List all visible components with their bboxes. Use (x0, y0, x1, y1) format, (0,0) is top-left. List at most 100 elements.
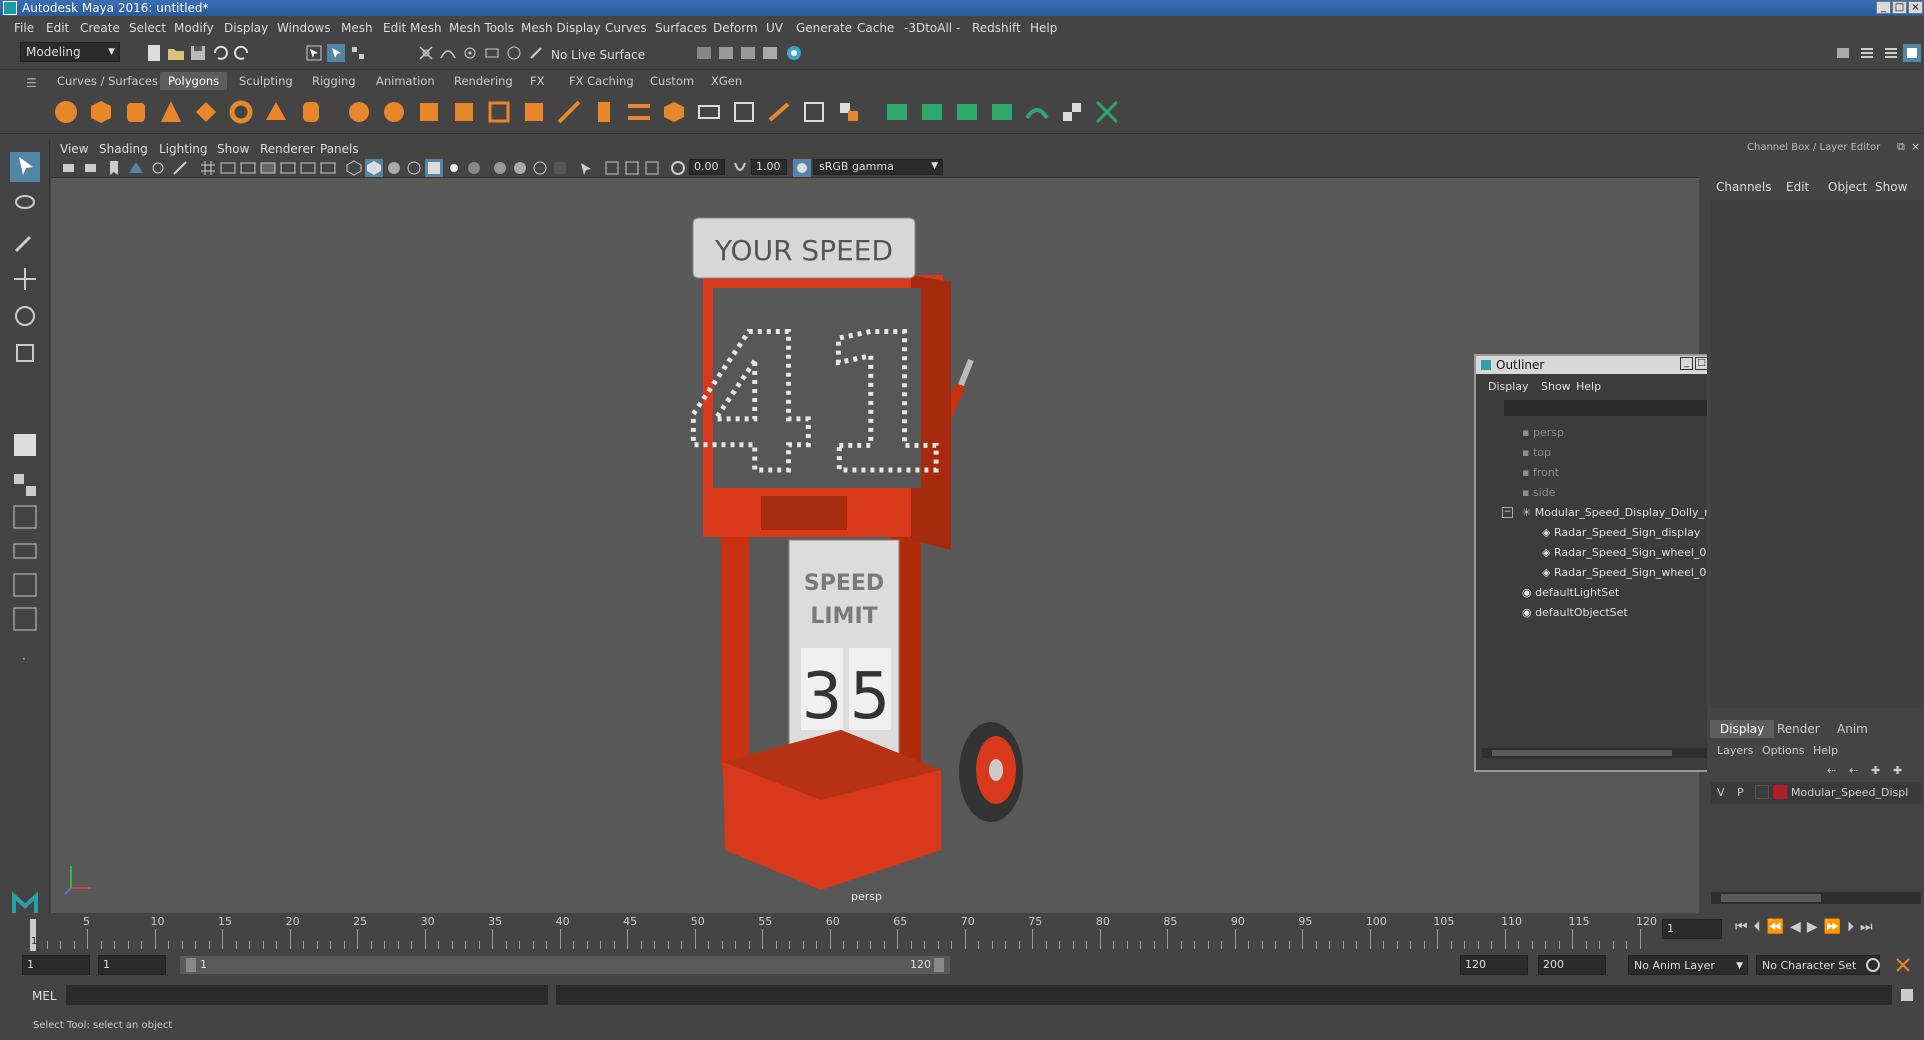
two-panel-layout-icon[interactable] (10, 502, 40, 532)
tab-rendering[interactable]: Rendering (446, 72, 521, 90)
layer-menu-help[interactable]: Help (1813, 744, 1838, 757)
resolution-gate-icon[interactable] (239, 159, 257, 177)
tab-animation[interactable]: Animation (368, 72, 443, 90)
script-editor-icon[interactable] (1898, 986, 1916, 1004)
boolean-icon[interactable] (520, 98, 548, 126)
poly-cube-icon[interactable] (87, 98, 115, 126)
channel-box-toggle-icon[interactable] (1903, 44, 1921, 62)
menu-mesh-tools[interactable]: Mesh Tools (449, 21, 514, 35)
xray-icon[interactable] (603, 159, 621, 177)
use-default-material-icon[interactable] (385, 159, 403, 177)
poly-pipe-icon[interactable] (297, 98, 325, 126)
close-button[interactable]: × (1908, 1, 1923, 14)
multi-cut-icon[interactable] (555, 98, 583, 126)
extract-icon[interactable] (415, 98, 443, 126)
bridge-icon[interactable] (625, 98, 653, 126)
list-item[interactable]: ✳ Modular_Speed_Display_Dolly_nc (1522, 506, 1712, 519)
separate-icon[interactable] (380, 98, 408, 126)
layer-type-toggle[interactable] (1755, 785, 1769, 799)
insert-edge-icon[interactable] (730, 98, 758, 126)
new-layer-icon[interactable]: ✚ (1871, 764, 1880, 777)
uv-editor-icon[interactable] (1093, 98, 1121, 126)
use-all-lights-icon[interactable] (445, 159, 463, 177)
shadows-icon[interactable] (465, 159, 483, 177)
range-bar[interactable]: 1 120 (180, 956, 950, 974)
safe-action-icon[interactable] (299, 159, 317, 177)
poly-sphere-icon[interactable] (52, 98, 80, 126)
vp-menu-lighting[interactable]: Lighting (159, 142, 208, 156)
smooth-shade-icon[interactable] (365, 159, 383, 177)
step-back-key-icon[interactable]: ⏪ (1767, 919, 1790, 935)
menu-modify[interactable]: Modify (174, 21, 214, 35)
layer-menu-layers[interactable]: Layers (1717, 744, 1753, 757)
tab-rigging[interactable]: Rigging (304, 72, 364, 90)
tab-display[interactable]: Display (1710, 720, 1775, 738)
menu-help[interactable]: Help (1030, 21, 1057, 35)
uv-planar-icon[interactable] (883, 98, 911, 126)
hypershade-icon[interactable] (785, 44, 803, 62)
menu-display[interactable]: Display (224, 21, 268, 35)
camera-attributes-icon[interactable] (83, 159, 101, 177)
layer-row[interactable]: V P Modular_Speed_Displ (1711, 782, 1921, 804)
playback-end-field[interactable]: 120 (1460, 955, 1528, 975)
vp-menu-renderer[interactable]: Renderer (260, 142, 315, 156)
shelf-menu-icon[interactable]: ☰ (26, 76, 37, 90)
vp-menu-panels[interactable]: Panels (320, 142, 359, 156)
tab-render[interactable]: Render (1777, 722, 1820, 736)
lasso-tool-icon[interactable] (10, 190, 40, 220)
layer-scrollbar[interactable] (1711, 892, 1921, 904)
tool-settings-icon[interactable] (1882, 44, 1900, 62)
poly-torus-icon[interactable] (227, 98, 255, 126)
cb-menu-edit[interactable]: Edit (1786, 180, 1809, 194)
step-forward-key-icon[interactable]: ⏩ (1824, 919, 1847, 935)
toolbox-more-icon[interactable]: · (22, 652, 26, 666)
outliner-layout-icon[interactable] (10, 536, 40, 566)
bool-union-icon[interactable] (695, 98, 723, 126)
append-polygon-icon[interactable] (765, 98, 793, 126)
tab-polygons[interactable]: Polygons (160, 72, 228, 90)
outliner-title-bar[interactable]: Outliner _ □ × (1476, 356, 1727, 374)
graph-layout-icon[interactable] (10, 570, 40, 600)
vp-menu-show[interactable]: Show (217, 142, 249, 156)
range-start-handle[interactable] (186, 958, 196, 972)
menu-curves[interactable]: Curves (605, 21, 647, 35)
tab-custom[interactable]: Custom (642, 72, 702, 90)
tab-fx[interactable]: FX (522, 72, 553, 90)
menu-generate[interactable]: Generate (796, 21, 852, 35)
tab-curves-surfaces[interactable]: Curves / Surfaces (49, 72, 166, 90)
list-item[interactable]: ▪ top (1522, 446, 1551, 459)
motion-blur-icon[interactable] (511, 159, 529, 177)
new-layer-selected-icon[interactable]: ✚ (1893, 764, 1902, 777)
snap-view-plane-icon[interactable] (483, 44, 501, 62)
menu-select[interactable]: Select (129, 21, 166, 35)
step-back-frame-icon[interactable]: ⏴ (1754, 919, 1767, 935)
minimize-button[interactable]: _ (1876, 1, 1891, 14)
poly-cylinder-icon[interactable] (122, 98, 150, 126)
bevel-icon[interactable] (660, 98, 688, 126)
fill-hole-icon[interactable] (800, 98, 828, 126)
camera-select-icon[interactable] (61, 159, 79, 177)
collapse-icon[interactable]: − (1502, 507, 1513, 518)
cb-menu-channels[interactable]: Channels (1716, 180, 1772, 194)
select-tool-icon[interactable] (10, 152, 40, 182)
snap-grid-icon[interactable] (417, 44, 435, 62)
list-item[interactable]: ◉ defaultObjectSet (1522, 606, 1628, 619)
attribute-editor-icon[interactable] (1858, 44, 1876, 62)
exposure-field[interactable]: 0.00 (689, 159, 725, 175)
film-gate-icon[interactable] (219, 159, 237, 177)
maximize-button[interactable]: □ (1892, 1, 1907, 14)
paint-select-icon[interactable] (10, 227, 40, 257)
wireframe-on-shaded-icon[interactable] (405, 159, 423, 177)
gamma-field[interactable]: 1.00 (751, 159, 787, 175)
open-scene-icon[interactable] (167, 44, 185, 62)
combine-icon[interactable] (345, 98, 373, 126)
auto-key-icon[interactable] (1864, 956, 1882, 974)
menu-windows[interactable]: Windows (277, 21, 331, 35)
tab-anim[interactable]: Anim (1837, 722, 1868, 736)
script-language-toggle[interactable]: MEL (32, 989, 57, 1003)
move-layer-down-icon[interactable]: ⇠ (1849, 764, 1858, 777)
save-scene-icon[interactable] (189, 44, 207, 62)
move-layer-up-icon[interactable]: ⇠ (1827, 764, 1836, 777)
play-forwards-icon[interactable]: ▶ (1807, 919, 1824, 935)
grease-pencil-icon[interactable] (171, 159, 189, 177)
